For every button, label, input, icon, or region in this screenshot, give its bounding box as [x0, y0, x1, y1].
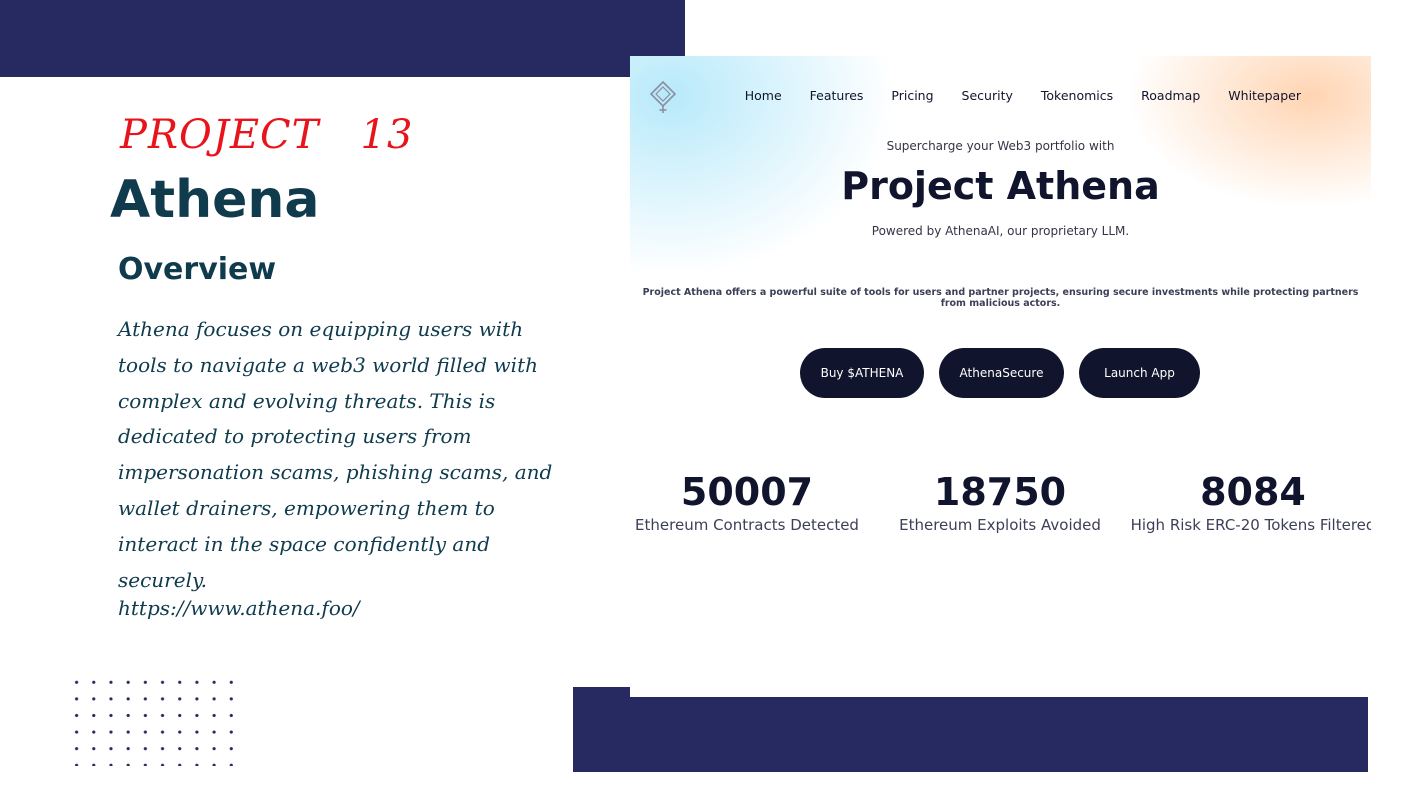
- bottom-decorative-band: [573, 687, 1368, 772]
- project-title: Athena: [110, 170, 320, 230]
- nav-security[interactable]: Security: [962, 88, 1013, 103]
- nav-roadmap[interactable]: Roadmap: [1141, 88, 1200, 103]
- stats-section: 50007 Ethereum Contracts Detected 18750 …: [630, 470, 1371, 550]
- stat-value: 50007: [680, 470, 814, 514]
- project-number-label: PROJECT 13: [120, 112, 414, 158]
- cta-button-row: Buy $ATHENA AthenaSecure Launch App: [800, 348, 1200, 398]
- stat-value: 18750: [933, 470, 1067, 514]
- hero-subtitle: Powered by AthenaAI, our proprietary LLM…: [871, 224, 1130, 238]
- hero-kicker: Supercharge your Web3 portfolio with: [886, 139, 1115, 153]
- website-screenshot: Home Features Pricing Security Tokenomic…: [630, 56, 1371, 697]
- overview-paragraph: Athena focuses on equipping users with t…: [118, 317, 553, 592]
- diamond-cross-logo-icon[interactable]: [648, 80, 678, 114]
- nav-home[interactable]: Home: [745, 88, 782, 103]
- nav-features[interactable]: Features: [810, 88, 864, 103]
- stat-contracts-detected: 50007 Ethereum Contracts Detected: [630, 470, 864, 534]
- overview-heading: Overview: [118, 252, 277, 287]
- nav-tokenomics[interactable]: Tokenomics: [1041, 88, 1113, 103]
- stat-tokens-filtered: 8084 High Risk ERC-20 Tokens Filtered: [1130, 470, 1371, 534]
- athenasecure-button[interactable]: AthenaSecure: [939, 348, 1064, 398]
- stat-value: 8084: [1200, 470, 1306, 514]
- stat-exploits-avoided: 18750 Ethereum Exploits Avoided: [890, 470, 1110, 534]
- stat-label: Ethereum Contracts Detected: [635, 515, 859, 534]
- buy-athena-button[interactable]: Buy $ATHENA: [800, 348, 924, 398]
- dot-grid-decoration: [68, 674, 238, 766]
- hero-description: Project Athena offers a powerful suite o…: [642, 287, 1359, 309]
- nav-pricing[interactable]: Pricing: [891, 88, 933, 103]
- launch-app-button[interactable]: Launch App: [1079, 348, 1200, 398]
- top-decorative-band: [0, 0, 685, 77]
- project-url[interactable]: https://www.athena.foo/: [118, 596, 360, 620]
- stat-label: Ethereum Exploits Avoided: [899, 515, 1101, 534]
- hero-title: Project Athena: [841, 164, 1160, 208]
- stat-label: High Risk ERC-20 Tokens Filtered: [1130, 515, 1371, 534]
- nav-whitepaper[interactable]: Whitepaper: [1228, 88, 1301, 103]
- main-navigation: Home Features Pricing Security Tokenomic…: [745, 88, 1301, 103]
